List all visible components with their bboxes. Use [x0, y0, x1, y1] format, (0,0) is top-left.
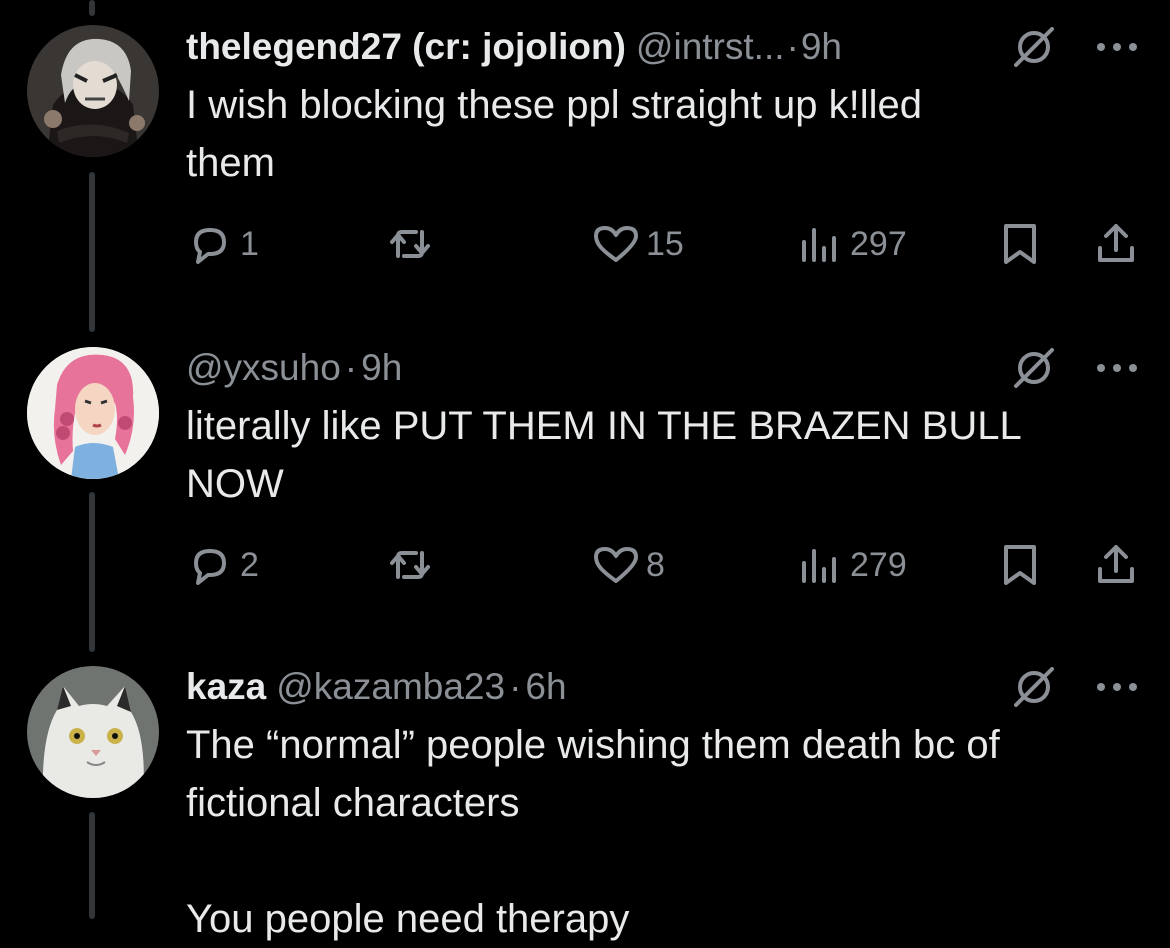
reply-icon	[194, 549, 226, 585]
tweet-text: literally like PUT THEM IN THE BRAZEN BU…	[186, 404, 1022, 506]
separator-dot: ·	[786, 26, 799, 67]
like-count: 8	[646, 545, 665, 584]
tweet-header: @yxsuho · 9h	[186, 343, 1140, 393]
heart-icon	[594, 226, 638, 262]
bookmark-button[interactable]	[996, 537, 1044, 593]
retweet-button[interactable]	[386, 537, 434, 593]
share-button[interactable]	[1092, 216, 1140, 272]
avatar-image	[27, 25, 159, 157]
more-icon[interactable]	[1094, 39, 1140, 55]
timestamp[interactable]: 9h	[801, 26, 842, 68]
handle[interactable]: @yxsuho	[186, 347, 341, 389]
display-name[interactable]: kaza	[186, 666, 266, 708]
share-icon	[1098, 545, 1134, 583]
reply-button[interactable]: 2	[186, 537, 259, 593]
views-icon	[802, 228, 836, 262]
reply-button[interactable]: 1	[186, 216, 259, 272]
bookmark-button[interactable]	[996, 216, 1044, 272]
more-icon[interactable]	[1094, 360, 1140, 376]
reply-count: 2	[240, 545, 259, 584]
avatar-image	[27, 666, 159, 798]
bookmark-icon	[1004, 224, 1036, 264]
retweet-button[interactable]	[386, 216, 434, 272]
avatar-image	[27, 347, 159, 479]
tweet-text: I wish blocking these ppl straight up k!…	[186, 83, 922, 185]
like-button[interactable]: 8	[592, 537, 665, 593]
grok-icon[interactable]	[1012, 665, 1056, 709]
tweet[interactable]: kaza @kazamba23 · 6h The “normal” people…	[0, 662, 1170, 941]
like-count: 15	[646, 224, 684, 263]
retweet-icon	[390, 551, 430, 579]
tweet-header: thelegend27 (cr: jojolion) @intrst... · …	[186, 22, 1140, 72]
like-button[interactable]: 15	[592, 216, 684, 272]
grok-icon[interactable]	[1012, 346, 1056, 390]
reply-icon	[194, 228, 226, 264]
share-button[interactable]	[1092, 537, 1140, 593]
tweet[interactable]: thelegend27 (cr: jojolion) @intrst... · …	[0, 22, 1170, 302]
more-icon[interactable]	[1094, 679, 1140, 695]
separator-dot: ·	[344, 347, 358, 388]
handle[interactable]: @intrst...	[636, 26, 785, 68]
grok-icon[interactable]	[1012, 25, 1056, 69]
views-button[interactable]: 297	[796, 216, 907, 272]
avatar[interactable]	[27, 666, 159, 798]
views-count: 297	[850, 224, 907, 263]
display-name[interactable]: thelegend27 (cr: jojolion)	[186, 26, 626, 68]
timestamp[interactable]: 6h	[525, 666, 566, 708]
action-bar: 2 8 279	[0, 537, 1170, 593]
heart-icon	[594, 547, 638, 583]
handle[interactable]: @kazamba23	[276, 666, 505, 708]
avatar[interactable]	[27, 25, 159, 157]
avatar[interactable]	[27, 347, 159, 479]
reply-count: 1	[240, 224, 259, 263]
action-bar: 1 15 297	[0, 216, 1170, 272]
separator-dot: ·	[509, 666, 522, 707]
tweet-text: The “normal” people wishing them death b…	[186, 723, 1000, 941]
share-icon	[1098, 224, 1134, 262]
retweet-icon	[390, 230, 430, 258]
bookmark-icon	[1004, 545, 1036, 585]
views-count: 279	[850, 545, 907, 584]
views-button[interactable]: 279	[796, 537, 907, 593]
tweet[interactable]: @yxsuho · 9h literally like PUT THEM IN …	[0, 343, 1170, 623]
views-icon	[802, 549, 836, 583]
timestamp[interactable]: 9h	[361, 347, 402, 389]
thread-line	[89, 0, 95, 16]
tweet-header: kaza @kazamba23 · 6h	[186, 662, 1140, 712]
